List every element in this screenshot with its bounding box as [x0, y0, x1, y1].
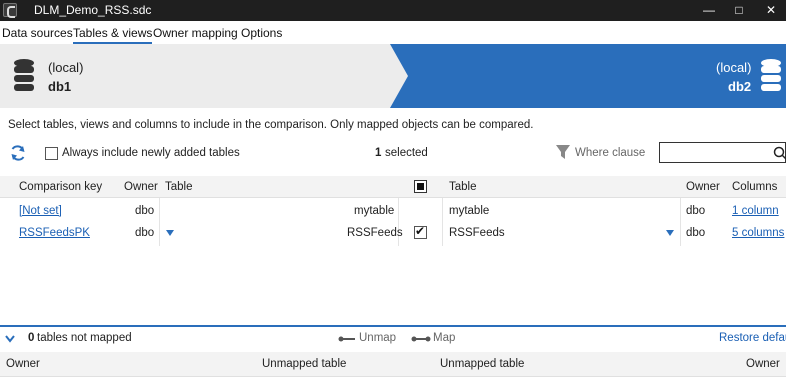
owner-left-cell: dbo: [135, 205, 155, 217]
comparison-key-link[interactable]: RSSFeedsPK: [19, 227, 90, 239]
columns-link[interactable]: 5 columns: [732, 227, 784, 239]
search-input[interactable]: [659, 142, 786, 163]
select-all-checkbox[interactable]: [414, 180, 427, 193]
target-db-panel: [390, 44, 786, 108]
source-server: (local): [48, 60, 84, 75]
header-table-left[interactable]: Table: [165, 181, 193, 193]
unmapped-grid-body: [0, 376, 786, 388]
tab-tables-views[interactable]: Tables & views: [73, 26, 153, 44]
table-left-cell: mytable: [354, 205, 395, 217]
unmapped-count: 0: [28, 332, 35, 344]
database-banner: (local) db1 (local) db2: [0, 44, 786, 108]
owner-left-cell: dbo: [135, 227, 155, 239]
target-server: (local): [716, 60, 752, 75]
unmapped-header-owner-right[interactable]: Owner: [746, 358, 780, 370]
header-columns[interactable]: Columns: [732, 181, 777, 193]
comparison-key-link[interactable]: [Not set]: [19, 205, 62, 217]
source-db-name: db1: [48, 79, 72, 94]
app-icon: [3, 3, 17, 18]
restore-defaults-button[interactable]: Restore defau: [719, 332, 786, 344]
unmapped-header-table-left[interactable]: Unmapped table: [262, 358, 346, 370]
columns-link[interactable]: 1 column: [732, 205, 779, 217]
table-row[interactable]: RSSFeedsPK dbo RSSFeeds RSSFeeds dbo 5 c…: [0, 222, 786, 244]
chevron-down-icon[interactable]: [5, 335, 15, 343]
owner-right-cell: dbo: [686, 205, 706, 217]
header-owner-right[interactable]: Owner: [686, 181, 720, 193]
window-title: DLM_Demo_RSS.sdc: [34, 3, 152, 17]
filter-icon[interactable]: [555, 144, 571, 160]
instructions-text: Select tables, views and columns to incl…: [8, 119, 534, 131]
close-icon[interactable]: ✕: [756, 0, 786, 21]
tab-options[interactable]: Options: [241, 26, 282, 44]
unmapped-header-owner-left[interactable]: Owner: [6, 358, 40, 370]
map-icon: [411, 336, 431, 342]
minimize-icon[interactable]: —: [694, 0, 724, 21]
unmap-button[interactable]: Unmap: [359, 332, 396, 344]
where-clause-button[interactable]: Where clause: [575, 147, 645, 159]
title-bar: DLM_Demo_RSS.sdc — □ ✕: [0, 0, 786, 21]
selected-label: selected: [385, 147, 428, 159]
row-filter-right-icon[interactable]: [666, 230, 674, 236]
unmapped-toolbar: 0 tables not mapped Unmap Map Restore de…: [0, 327, 786, 351]
header-table-right[interactable]: Table: [449, 181, 477, 193]
tab-data-sources[interactable]: Data sources: [2, 26, 73, 44]
table-left-cell: RSSFeeds: [347, 227, 403, 239]
target-database-icon: [761, 59, 781, 91]
table-right-cell: RSSFeeds: [449, 227, 505, 239]
refresh-icon[interactable]: [9, 144, 27, 162]
row-filter-left-icon[interactable]: [166, 230, 174, 236]
map-button[interactable]: Map: [433, 332, 455, 344]
always-include-checkbox[interactable]: [45, 147, 58, 160]
source-database-icon: [14, 59, 34, 91]
maximize-icon[interactable]: □: [724, 0, 754, 21]
search-icon: [773, 146, 786, 160]
include-row-checkbox[interactable]: [414, 224, 427, 239]
tab-owner-mapping[interactable]: Owner mapping: [153, 26, 238, 44]
header-owner-left[interactable]: Owner: [124, 181, 158, 193]
always-include-label: Always include newly added tables: [62, 147, 240, 159]
header-comparison-key[interactable]: Comparison key: [19, 181, 102, 193]
tab-bar: Data sources Tables & views Owner mappin…: [0, 22, 786, 44]
selected-count: 1: [375, 147, 382, 159]
target-db-name: db2: [728, 79, 752, 94]
grid-header: Comparison key Owner Table Table Owner C…: [0, 176, 786, 198]
unmapped-grid-header: Owner Unmapped table Unmapped table Owne…: [0, 352, 786, 376]
unmap-icon: [338, 336, 355, 342]
unmapped-header-table-right[interactable]: Unmapped table: [440, 358, 524, 370]
table-right-cell: mytable: [449, 205, 490, 217]
owner-right-cell: dbo: [686, 227, 706, 239]
unmapped-label: tables not mapped: [37, 332, 132, 344]
table-row[interactable]: [Not set] dbo mytable mytable dbo 1 colu…: [0, 200, 786, 222]
